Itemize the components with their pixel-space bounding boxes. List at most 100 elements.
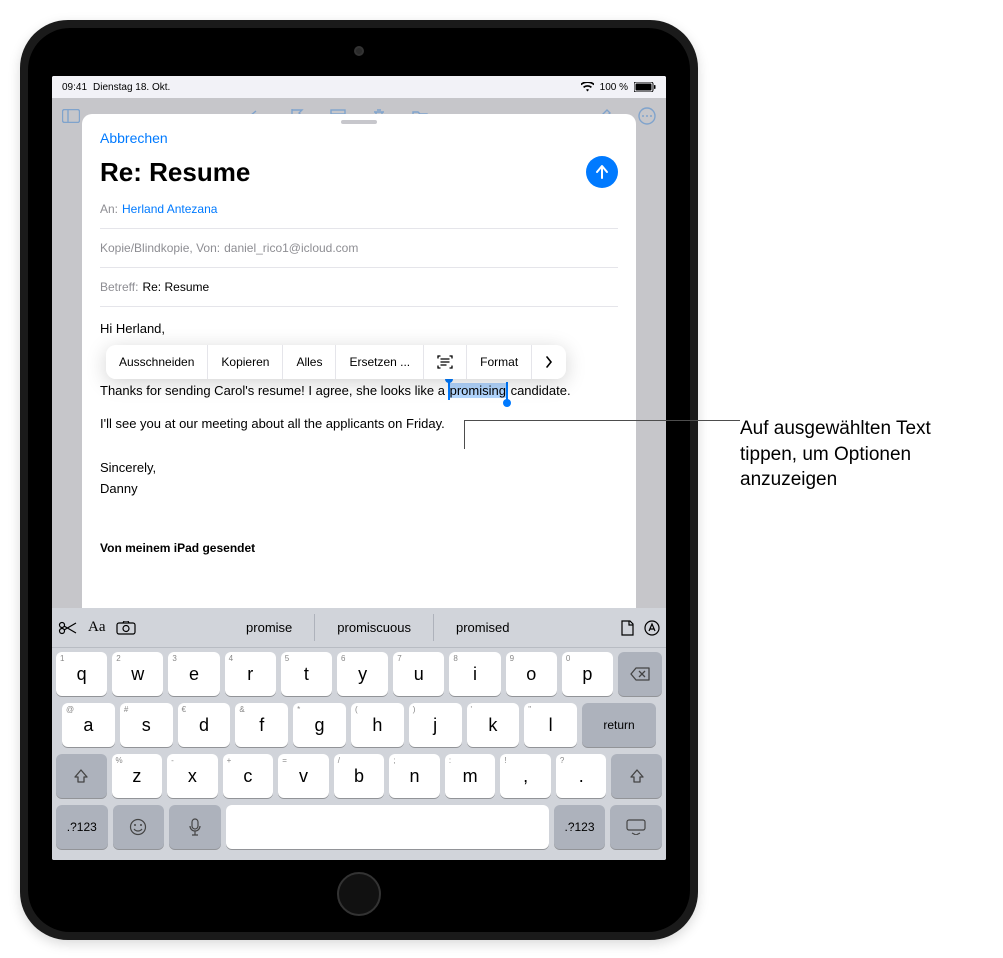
cc-value: daniel_rico1@icloud.com	[224, 241, 358, 255]
markup-icon[interactable]	[644, 620, 660, 636]
sheet-grabber[interactable]	[341, 120, 377, 124]
selection-end-handle[interactable]	[506, 382, 508, 400]
key-x[interactable]: -x	[167, 754, 218, 798]
key-q[interactable]: 1q	[56, 652, 107, 696]
key-k[interactable]: 'k	[467, 703, 520, 747]
ipad-device-frame: 09:41 Dienstag 18. Okt. 100 %	[20, 20, 698, 940]
subject-value: Re: Resume	[142, 280, 209, 294]
subject-field[interactable]: Betreff: Re: Resume	[100, 268, 618, 307]
key-h[interactable]: (h	[351, 703, 404, 747]
keyboard-hide-icon	[626, 819, 646, 835]
format-button[interactable]: Format	[467, 345, 532, 379]
to-label: An:	[100, 202, 118, 216]
key-a[interactable]: @a	[62, 703, 115, 747]
onscreen-keyboard: Aa promise promiscuous promised 1	[52, 608, 666, 860]
copy-button[interactable]: Kopieren	[208, 345, 283, 379]
suggestion-3[interactable]: promised	[434, 614, 531, 641]
dictation-key[interactable]	[169, 805, 221, 849]
emoji-key[interactable]	[113, 805, 165, 849]
key-f[interactable]: &f	[235, 703, 288, 747]
send-button[interactable]	[586, 156, 618, 188]
body-greeting: Hi Herland,	[100, 319, 618, 339]
callout-leader-line	[464, 420, 740, 421]
front-camera	[354, 46, 364, 56]
sent-from-label: Von meinem iPad gesendet	[100, 539, 618, 557]
scan-text-icon	[437, 355, 453, 369]
select-all-button[interactable]: Alles	[283, 345, 336, 379]
body-closing2: Danny	[100, 479, 618, 499]
menu-more-button[interactable]	[532, 345, 566, 379]
text-format-icon[interactable]: Aa	[88, 619, 106, 636]
shift-icon	[73, 768, 89, 784]
body-closing1: Sincerely,	[100, 458, 618, 478]
return-key[interactable]: return	[582, 703, 656, 747]
key-comma[interactable]: !,	[500, 754, 551, 798]
space-key[interactable]	[226, 805, 549, 849]
key-l[interactable]: "l	[524, 703, 577, 747]
body-line1: Thanks for sending Carol's resume! I agr…	[100, 381, 618, 401]
key-g[interactable]: *g	[293, 703, 346, 747]
cc-field[interactable]: Kopie/Blindkopie, Von: daniel_rico1@iclo…	[100, 229, 618, 268]
key-b[interactable]: /b	[334, 754, 385, 798]
body-line2: I'll see you at our meeting about all th…	[100, 414, 618, 434]
home-button[interactable]	[337, 872, 381, 916]
key-i[interactable]: 8i	[449, 652, 500, 696]
camera-scan-icon[interactable]	[116, 621, 136, 635]
compose-title: Re: Resume	[100, 157, 250, 188]
key-o[interactable]: 9o	[506, 652, 557, 696]
suggestion-2[interactable]: promiscuous	[315, 614, 434, 641]
key-j[interactable]: )j	[409, 703, 462, 747]
shift-key-left[interactable]	[56, 754, 107, 798]
selection-start-handle[interactable]	[448, 382, 450, 400]
arrow-up-icon	[595, 164, 609, 180]
attachment-icon[interactable]	[620, 620, 634, 636]
status-bar: 09:41 Dienstag 18. Okt. 100 %	[52, 76, 666, 98]
callout-text: Auf ausgewählten Text tippen, um Optione…	[740, 416, 990, 493]
shift-key-right[interactable]	[611, 754, 662, 798]
key-y[interactable]: 6y	[337, 652, 388, 696]
battery-icon	[634, 82, 656, 92]
key-e[interactable]: 3e	[168, 652, 219, 696]
selected-text[interactable]: promising	[449, 383, 507, 398]
key-t[interactable]: 5t	[281, 652, 332, 696]
screen: 09:41 Dienstag 18. Okt. 100 %	[52, 76, 666, 860]
compose-sheet: Abbrechen Re: Resume An: Herland Antezan…	[82, 114, 636, 630]
scan-text-button[interactable]	[424, 345, 467, 379]
backspace-key[interactable]	[618, 652, 662, 696]
suggestion-1[interactable]: promise	[224, 614, 315, 641]
numbers-key-right[interactable]: .?123	[554, 805, 606, 849]
mic-icon	[189, 818, 201, 836]
numbers-key[interactable]: .?123	[56, 805, 108, 849]
suggestion-words: promise promiscuous promised	[136, 614, 621, 641]
key-v[interactable]: =v	[278, 754, 329, 798]
quicktype-bar: Aa promise promiscuous promised	[52, 608, 666, 648]
to-field[interactable]: An: Herland Antezana	[100, 190, 618, 229]
emoji-icon	[129, 818, 147, 836]
key-w[interactable]: 2w	[112, 652, 163, 696]
key-r[interactable]: 4r	[225, 652, 276, 696]
chevron-right-icon	[545, 356, 553, 368]
cancel-button[interactable]: Abbrechen	[100, 130, 168, 146]
cc-label: Kopie/Blindkopie, Von:	[100, 241, 220, 255]
key-m[interactable]: :m	[445, 754, 496, 798]
key-c[interactable]: +c	[223, 754, 274, 798]
battery-percent: 100 %	[600, 82, 628, 93]
text-edit-menu: Ausschneiden Kopieren Alles Ersetzen ...…	[106, 345, 566, 379]
to-value: Herland Antezana	[122, 202, 217, 216]
undo-cut-icon[interactable]	[58, 621, 78, 635]
key-s[interactable]: #s	[120, 703, 173, 747]
shift-icon	[629, 768, 645, 784]
message-body[interactable]: Ausschneiden Kopieren Alles Ersetzen ...…	[82, 307, 636, 630]
key-z[interactable]: %z	[112, 754, 163, 798]
key-d[interactable]: €d	[178, 703, 231, 747]
cut-button[interactable]: Ausschneiden	[106, 345, 208, 379]
device-inner: 09:41 Dienstag 18. Okt. 100 %	[28, 28, 690, 932]
key-p[interactable]: 0p	[562, 652, 613, 696]
wifi-icon	[581, 82, 594, 92]
key-u[interactable]: 7u	[393, 652, 444, 696]
key-n[interactable]: ;n	[389, 754, 440, 798]
hide-keyboard-key[interactable]	[610, 805, 662, 849]
subject-label: Betreff:	[100, 280, 138, 294]
key-period[interactable]: ?.	[556, 754, 607, 798]
replace-button[interactable]: Ersetzen ...	[336, 345, 424, 379]
